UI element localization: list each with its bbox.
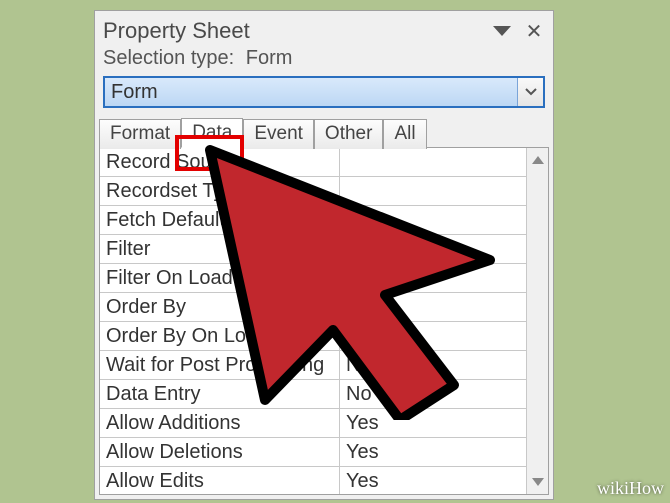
grid-body: Record SourceRecordset TypeFetch Default…	[100, 148, 526, 494]
property-value[interactable]	[340, 293, 526, 321]
selection-type-label: Selection type:	[103, 47, 234, 69]
selection-type: Selection type: Form	[95, 47, 553, 76]
property-row[interactable]: Order By	[100, 293, 526, 322]
property-row[interactable]: Order By On LoadYes	[100, 322, 526, 351]
chevron-down-icon[interactable]	[517, 78, 543, 106]
property-row[interactable]: Wait for Post ProcessingNo	[100, 351, 526, 380]
property-value[interactable]	[340, 264, 526, 292]
close-icon[interactable]: ✕	[523, 19, 545, 44]
tab-all[interactable]: All	[383, 119, 426, 149]
panel-header: Property Sheet ✕	[95, 11, 553, 47]
property-name: Order By	[100, 293, 340, 321]
tab-data[interactable]: Data	[181, 118, 243, 148]
property-row[interactable]: Allow EditsYes	[100, 467, 526, 494]
tab-other[interactable]: Other	[314, 119, 384, 149]
property-name: Order By On Load	[100, 322, 340, 350]
property-value[interactable]	[340, 148, 526, 176]
object-combo[interactable]: Form	[103, 76, 545, 108]
property-value[interactable]: Yes	[340, 409, 526, 437]
object-combo-row: Form	[95, 76, 553, 118]
property-row[interactable]: Data EntryNo	[100, 380, 526, 409]
property-name: Record Source	[100, 148, 340, 176]
property-sheet-panel: Property Sheet ✕ Selection type: Form Fo…	[94, 10, 554, 500]
tab-strip: Format Data Event Other All	[95, 118, 553, 148]
property-value[interactable]: Yes	[340, 467, 526, 494]
property-name: Allow Deletions	[100, 438, 340, 466]
property-row[interactable]: Record Source	[100, 148, 526, 177]
property-value[interactable]	[340, 206, 526, 234]
property-value[interactable]: Yes	[340, 322, 526, 350]
property-name: Filter On Load	[100, 264, 340, 292]
property-value[interactable]	[340, 235, 526, 263]
tab-format[interactable]: Format	[99, 119, 181, 149]
collapse-icon[interactable]	[493, 26, 515, 36]
property-name: Recordset Type	[100, 177, 340, 205]
property-name: Fetch Defaults	[100, 206, 340, 234]
panel-title: Property Sheet	[103, 18, 493, 44]
tab-event[interactable]: Event	[243, 119, 314, 149]
selection-type-value: Form	[246, 47, 293, 69]
property-row[interactable]: Filter	[100, 235, 526, 264]
property-name: Wait for Post Processing	[100, 351, 340, 379]
scroll-up-icon[interactable]	[527, 148, 548, 172]
property-value[interactable]	[340, 177, 526, 205]
property-name: Data Entry	[100, 380, 340, 408]
tab-label: Data	[192, 122, 232, 143]
property-name: Filter	[100, 235, 340, 263]
property-row[interactable]: Filter On Load	[100, 264, 526, 293]
property-name: Allow Edits	[100, 467, 340, 494]
property-value[interactable]: No	[340, 380, 526, 408]
property-value[interactable]: Yes	[340, 438, 526, 466]
watermark: wikiHow	[597, 478, 664, 499]
property-row[interactable]: Fetch Defaults	[100, 206, 526, 235]
property-grid: Record SourceRecordset TypeFetch Default…	[99, 147, 549, 495]
property-name: Allow Additions	[100, 409, 340, 437]
property-row[interactable]: Allow AdditionsYes	[100, 409, 526, 438]
tab-label: All	[394, 123, 415, 144]
property-value[interactable]: No	[340, 351, 526, 379]
tab-label: Other	[325, 123, 373, 144]
property-row[interactable]: Allow DeletionsYes	[100, 438, 526, 467]
tab-label: Event	[254, 123, 303, 144]
property-row[interactable]: Recordset Type	[100, 177, 526, 206]
tab-label: Format	[110, 123, 170, 144]
object-combo-value: Form	[105, 81, 517, 104]
scrollbar[interactable]	[526, 148, 548, 494]
scroll-down-icon[interactable]	[527, 470, 548, 494]
